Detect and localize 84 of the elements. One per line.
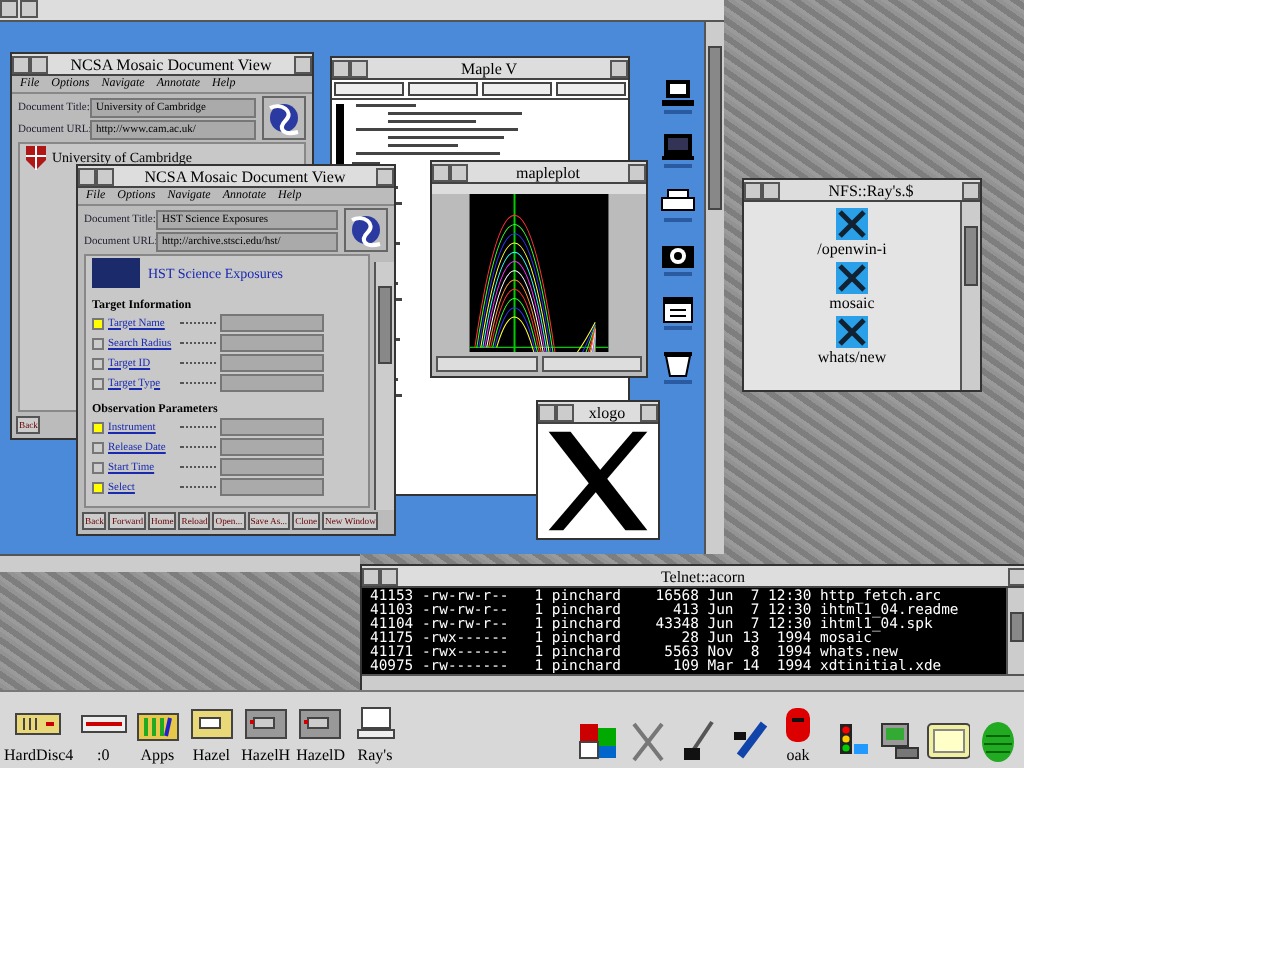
photo-placeholder — [92, 258, 140, 288]
checkbox[interactable] — [92, 461, 104, 473]
window-title: Telnet::acorn — [658, 567, 748, 585]
icon-label[interactable]: Ray's — [357, 746, 393, 764]
back-button[interactable] — [332, 59, 350, 77]
toggle-size-button[interactable] — [628, 163, 646, 181]
file-name[interactable]: whats/new — [817, 348, 887, 366]
x-file-icon — [836, 316, 868, 348]
toggle-size-button[interactable] — [294, 55, 312, 73]
icon-label[interactable]: HardDisc4 — [4, 746, 74, 764]
camera-icon — [660, 240, 696, 270]
window-title: NCSA Mosaic Document View — [142, 167, 348, 185]
close-button[interactable] — [380, 567, 398, 585]
back-button[interactable] — [538, 403, 556, 421]
egg-icon — [976, 720, 1020, 764]
checkbox[interactable] — [92, 317, 104, 329]
toggle-size-button[interactable] — [640, 403, 658, 421]
window-title: mapleplot — [514, 163, 582, 181]
close-button[interactable] — [762, 181, 780, 199]
window-title: NCSA Mosaic Document View — [68, 55, 274, 73]
input-field[interactable] — [220, 438, 324, 456]
palette-icon — [576, 720, 620, 764]
plot-button[interactable] — [436, 356, 537, 372]
close-button[interactable] — [96, 167, 114, 185]
toggle-size-button[interactable] — [376, 167, 394, 185]
globe-logo-icon — [262, 96, 306, 140]
back-button[interactable] — [12, 55, 30, 73]
scroll-bar[interactable] — [1006, 588, 1024, 674]
printer-icon — [660, 186, 696, 216]
toolbar-button[interactable] — [408, 82, 478, 96]
file-name[interactable]: /openwin-i — [817, 240, 887, 258]
checkbox[interactable] — [92, 337, 104, 349]
globe-logo-icon — [344, 208, 388, 252]
toggle-size-button[interactable] — [610, 59, 628, 77]
close-button[interactable] — [20, 0, 38, 18]
back-button[interactable] — [432, 163, 450, 181]
window-title: xlogo — [586, 403, 628, 421]
back-button[interactable] — [362, 567, 380, 585]
toggle-size-button[interactable] — [962, 181, 980, 199]
checkbox[interactable] — [92, 481, 104, 493]
icon-label[interactable]: oak — [786, 746, 810, 764]
input-field[interactable] — [220, 314, 324, 332]
back-button[interactable] — [744, 181, 762, 199]
bin-icon — [660, 348, 696, 378]
x-file-icon — [835, 208, 868, 240]
scroll-bar[interactable] — [704, 22, 724, 554]
icon-label[interactable]: Apps — [140, 746, 175, 764]
window-title: NFS::Ray's.$ — [826, 181, 916, 199]
scroll-bar[interactable] — [0, 554, 360, 572]
window-title: Maple V — [458, 59, 520, 77]
scroll-bar[interactable] — [960, 202, 980, 390]
x-file-icon — [835, 262, 868, 294]
terminal-icon — [660, 132, 696, 162]
input-field[interactable] — [220, 458, 324, 476]
scroll-bar[interactable] — [374, 262, 394, 510]
back-button[interactable] — [78, 167, 96, 185]
monitor-icon — [660, 78, 696, 108]
close-button[interactable] — [450, 163, 468, 181]
toggle-size-button[interactable] — [1008, 567, 1024, 585]
file-name[interactable]: mosaic — [829, 294, 875, 312]
icon-label[interactable]: :0 — [97, 746, 110, 764]
calendar-icon — [660, 294, 696, 324]
icon-label[interactable]: HazelD — [296, 746, 346, 764]
checkbox[interactable] — [92, 377, 104, 389]
checkbox[interactable] — [92, 357, 104, 369]
input-field[interactable] — [220, 354, 324, 372]
close-button[interactable] — [350, 59, 368, 77]
checkbox[interactable] — [92, 441, 104, 453]
input-field[interactable] — [220, 374, 324, 392]
toolbar-button[interactable] — [482, 82, 552, 96]
back-button[interactable] — [0, 0, 18, 18]
checkbox[interactable] — [92, 421, 104, 433]
display-icon — [926, 720, 970, 764]
toolbar-button[interactable] — [556, 82, 626, 96]
toolbar-button[interactable] — [334, 82, 404, 96]
plot-button[interactable] — [541, 356, 642, 372]
icon-label[interactable]: Hazel — [192, 746, 230, 764]
close-button[interactable] — [30, 55, 48, 73]
icon-label[interactable]: HazelH — [241, 746, 291, 764]
input-field[interactable] — [220, 478, 324, 496]
crest-icon — [26, 146, 46, 170]
input-field[interactable] — [220, 334, 324, 352]
close-button[interactable] — [556, 403, 574, 421]
input-field[interactable] — [220, 418, 324, 436]
